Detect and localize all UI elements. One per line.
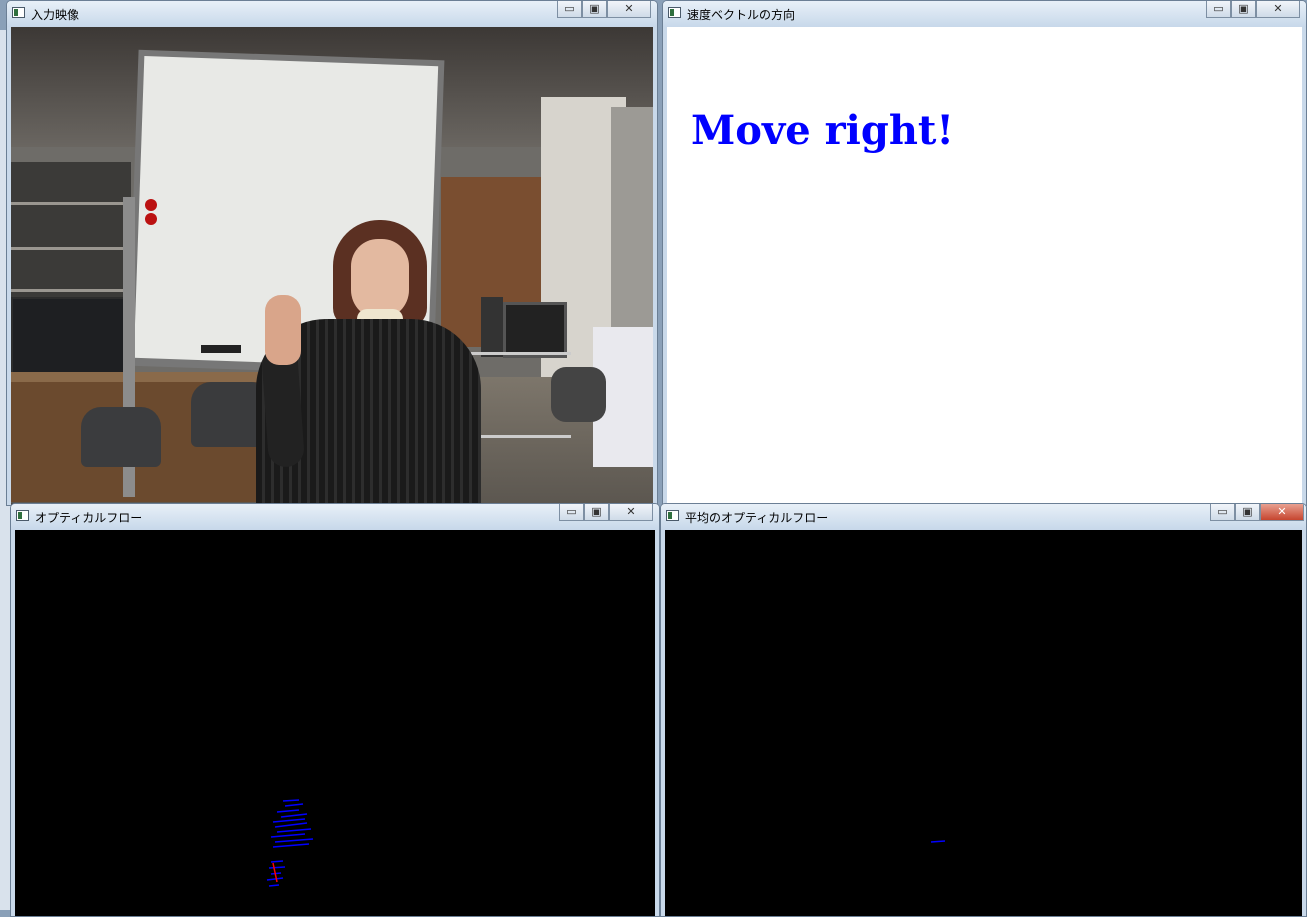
magnet [145, 213, 157, 225]
pc-tower [481, 297, 503, 357]
minimize-icon: ▭ [1213, 2, 1224, 15]
shelf-board [11, 247, 131, 250]
minimize-button[interactable]: ▭ [1210, 504, 1235, 521]
title-bar[interactable]: 入力映像 ▭ ▣ ✕ [7, 1, 657, 27]
maximize-icon: ▣ [1242, 505, 1253, 518]
direction-canvas: Move right! [667, 27, 1302, 505]
close-button[interactable]: ✕ [1256, 1, 1300, 18]
person-face [351, 239, 409, 319]
flow-lines [266, 799, 314, 887]
maximize-button[interactable]: ▣ [1231, 1, 1256, 18]
minimize-button[interactable]: ▭ [1206, 1, 1231, 18]
minimize-icon: ▭ [1217, 505, 1228, 518]
flow-vector [276, 828, 312, 833]
flow-vector [272, 818, 306, 823]
flow-vector [268, 884, 280, 887]
flow-vector [274, 838, 314, 843]
app-window-icon[interactable] [16, 510, 29, 521]
flow-vector [274, 822, 308, 828]
chair [81, 407, 161, 467]
minimize-icon: ▭ [564, 2, 575, 15]
flow-vector [276, 809, 300, 813]
monitor [11, 297, 125, 376]
flow-vectors [266, 799, 314, 887]
direction-message: Move right! [691, 107, 954, 154]
window-title: オプティカルフロー [35, 511, 143, 525]
maximize-button[interactable]: ▣ [582, 1, 607, 18]
window-title: 入力映像 [31, 8, 80, 22]
average-flow-vector [930, 840, 946, 843]
flow-vector [270, 833, 306, 838]
optical-flow-canvas [15, 530, 655, 916]
close-icon: ✕ [1273, 2, 1283, 15]
raised-hand [265, 295, 301, 365]
crt-monitor [503, 302, 567, 358]
close-button[interactable]: ✕ [609, 504, 653, 521]
close-icon: ✕ [626, 505, 636, 518]
whiteboard-tray [201, 345, 241, 353]
minimize-icon: ▭ [566, 505, 577, 518]
maximize-icon: ▣ [1238, 2, 1249, 15]
shelf-board [11, 289, 131, 292]
maximize-button[interactable]: ▣ [584, 504, 609, 521]
app-window-icon[interactable] [12, 7, 25, 18]
flow-vector [272, 843, 310, 848]
maximize-icon: ▣ [591, 505, 602, 518]
close-icon: ✕ [1277, 505, 1287, 518]
maximize-button[interactable]: ▣ [1235, 504, 1260, 521]
average-flow-canvas [665, 530, 1302, 916]
window-title: 速度ベクトルの方向 [687, 8, 796, 22]
close-button[interactable]: ✕ [607, 1, 651, 18]
shelf-board [11, 202, 131, 205]
magnet [145, 199, 157, 211]
minimize-button[interactable]: ▭ [557, 1, 582, 18]
app-window-icon[interactable] [668, 7, 681, 18]
flow-vector [266, 877, 284, 881]
input-video-window[interactable]: 入力映像 ▭ ▣ ✕ [6, 0, 658, 506]
maximize-icon: ▣ [589, 2, 600, 15]
title-bar[interactable]: 速度ベクトルの方向 ▭ ▣ ✕ [663, 1, 1306, 27]
title-bar[interactable]: 平均のオプティカルフロー ▭ ▣ ✕ [661, 504, 1306, 530]
desk-top [11, 372, 271, 382]
chair [551, 367, 606, 422]
camera-frame [11, 27, 653, 505]
minimize-button[interactable]: ▭ [559, 504, 584, 521]
average-optical-flow-window[interactable]: 平均のオプティカルフロー ▭ ▣ ✕ [660, 503, 1307, 917]
flow-vector [282, 799, 300, 802]
average-vector [930, 840, 946, 843]
close-button[interactable]: ✕ [1260, 504, 1304, 521]
app-window-icon[interactable] [666, 510, 679, 521]
flow-vector [268, 866, 286, 869]
flow-vector [280, 813, 308, 818]
flow-vector [284, 803, 304, 807]
window-title: 平均のオプティカルフロー [685, 511, 829, 525]
close-icon: ✕ [624, 2, 634, 15]
velocity-direction-window[interactable]: 速度ベクトルの方向 ▭ ▣ ✕ Move right! [662, 0, 1307, 506]
title-bar[interactable]: オプティカルフロー ▭ ▣ ✕ [11, 504, 659, 530]
flow-vector [270, 860, 284, 863]
optical-flow-window[interactable]: オプティカルフロー ▭ ▣ ✕ [10, 503, 660, 917]
